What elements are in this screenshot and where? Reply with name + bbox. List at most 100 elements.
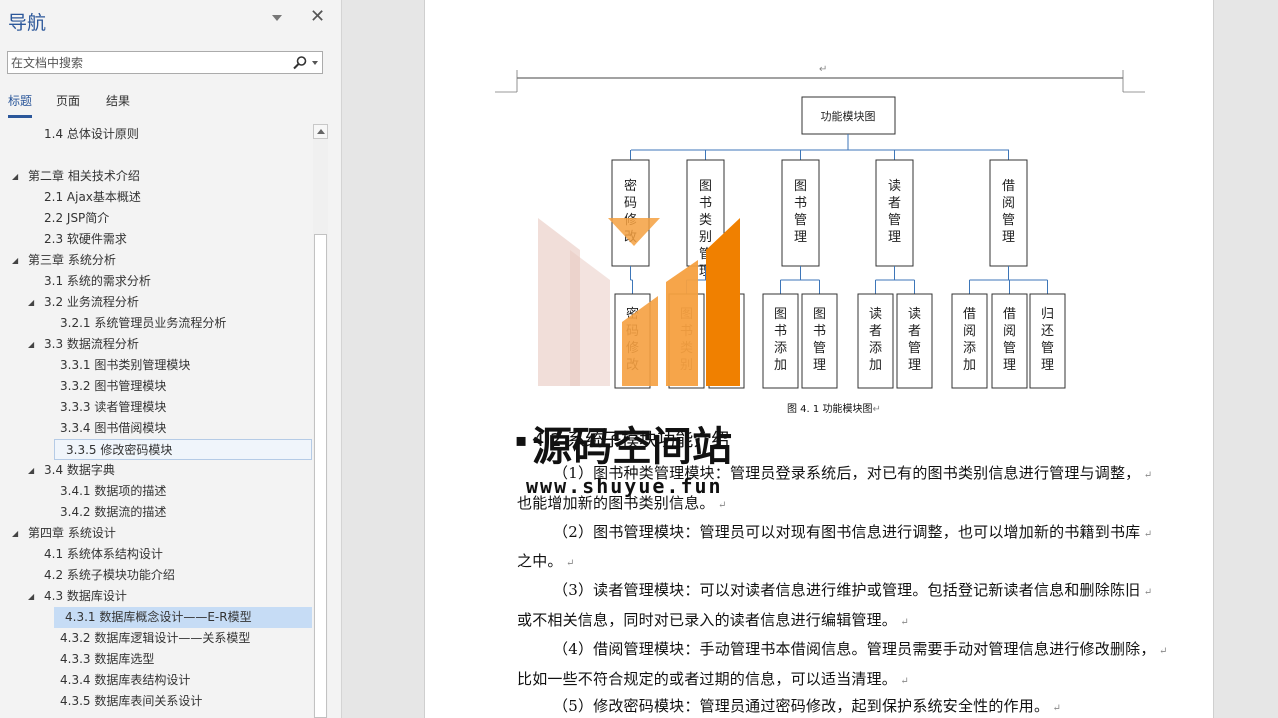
body-text: 比如一些不符合规定的或者过期的信息，可以适当清理。 [517,670,898,688]
outline-item-label: 2.2 JSP简介 [44,211,110,225]
outline-item[interactable]: 2.3 软硬件需求 [0,229,312,250]
watermark-url: www.shuyue.fun [526,474,723,498]
watermark-logo [538,218,740,386]
outline-item[interactable]: 4.1 系统体系结构设计 [0,544,312,565]
outline-item[interactable]: ◢ 4.3 数据库设计 [0,586,312,607]
outline-item-label: 4.2 系统子模块功能介绍 [44,568,175,582]
outline-item[interactable]: 2.2 JSP简介 [0,208,312,229]
body-text-line: （4）借阅管理模块：手动管理书本借阅信息。管理员需要手动对管理信息进行修改删除，… [553,638,1168,659]
outline-item-label: 第二章 相关技术介绍 [28,169,140,183]
outline-item[interactable]: ◢ 3.4 数据字典 [0,460,312,481]
body-text: （5）修改密码模块：管理员通过密码修改，起到保护系统安全性的作用。 [553,697,1050,715]
body-text: 之中。 [517,552,563,570]
outline-item[interactable]: 3.3.5 修改密码模块 [54,439,312,460]
outline-item[interactable]: ◢ 第四章 系统设计 [0,523,312,544]
search-icon[interactable] [292,55,308,71]
outline-item-label: 3.4.1 数据项的描述 [60,484,167,498]
close-icon[interactable]: ✕ [310,6,325,28]
body-text-line: （2）图书管理模块：管理员可以对现有图书信息进行调整，也可以增加新的书籍到书库 … [553,521,1152,542]
outline-item[interactable]: 4.3.2 数据库逻辑设计——关系模型 [0,628,312,649]
outline-item[interactable]: 4.3.1 数据库概念设计——E-R模型 [54,607,312,628]
outline-item[interactable]: 3.4.1 数据项的描述 [0,481,312,502]
outline-item[interactable]: 4.2 系统子模块功能介绍 [0,565,312,586]
paragraph-mark-icon: ↵ [714,500,727,511]
outline-item[interactable]: ◢ 3.2 业务流程分析 [0,292,312,313]
outline-item[interactable]: 3.1 系统的需求分析 [0,271,312,292]
body-text: （4）借阅管理模块：手动管理书本借阅信息。管理员需要手动对管理信息进行修改删除， [553,640,1156,658]
outline-item-label: 3.4 数据字典 [44,463,115,477]
outline-item-label: 第三章 系统分析 [28,253,116,267]
tab-results[interactable]: 结果 [106,92,130,115]
nav-options-dropdown-icon[interactable] [270,12,284,24]
search-options-dropdown-icon[interactable] [312,61,318,65]
collapse-arrow-icon[interactable]: ◢ [12,166,18,187]
watermark-shape [706,218,740,386]
outline-item-label: 4.3.3 数据库选型 [60,652,155,666]
outline-item[interactable]: 2.1 Ajax基本概述 [0,187,312,208]
search-input[interactable] [8,52,278,73]
outline-item-label: 第四章 系统设计 [28,526,116,540]
paragraph-mark-icon: ↵ [1155,646,1168,657]
collapse-arrow-icon[interactable]: ◢ [28,586,34,607]
watermark-shape [666,260,698,386]
watermark-text: 源码空间站 [532,424,732,470]
outline-item-label: 4.3.2 数据库逻辑设计——关系模型 [60,631,251,645]
nav-scrollbar[interactable] [313,124,328,718]
watermark-shape [570,250,610,386]
paragraph-mark-icon: ↵ [1049,703,1062,714]
outline-item-label: 4.3 数据库设计 [44,589,127,603]
outline-item-label: 3.2.1 系统管理员业务流程分析 [60,316,227,330]
outline-item[interactable]: 3.4.2 数据流的描述 [0,502,312,523]
outline-item-label: 3.3.3 读者管理模块 [60,400,167,414]
outline-item[interactable]: 3.3.4 图书借阅模块 [0,418,312,439]
outline-item-label: 3.4.2 数据流的描述 [60,505,167,519]
outline-item-label: 3.3.5 修改密码模块 [66,443,173,457]
body-text-line: （3）读者管理模块：可以对读者信息进行维护或管理。包括登记新读者信息和删除陈旧 … [553,579,1152,600]
outline-item[interactable]: 3.3.2 图书管理模块 [0,376,312,397]
outline-item-label: 4.3.5 数据库表间关系设计 [60,694,203,708]
paragraph-mark-icon: ↵ [1140,529,1153,540]
outline-item[interactable]: 4.3.5 数据库表间关系设计 [0,691,312,712]
paragraph-mark-icon: ↵ [897,617,909,628]
body-text-line: 之中。 ↵ [517,550,575,571]
body-text: （2）图书管理模块：管理员可以对现有图书信息进行调整，也可以增加新的书籍到书库 [553,523,1141,541]
scrollbar-thumb[interactable] [314,234,327,718]
tab-headings[interactable]: 标题 [8,92,33,118]
outline-item[interactable]: 3.3.3 读者管理模块 [0,397,312,418]
outline-item[interactable]: 4.3.3 数据库选型 [0,649,312,670]
outline-item-label: 2.3 软硬件需求 [44,232,127,246]
navigation-pane: 导航 ✕ 标题 页面 结果 1.4 总体设计原则 ◢ 第二章 相关技术介绍 2.1 A… [0,0,342,718]
outline-item[interactable]: ◢ 第二章 相关技术介绍 [0,166,312,187]
body-text-line: 或不相关信息，同时对已录入的读者信息进行编辑管理。 ↵ [517,609,909,630]
outline-item-label: 2.1 Ajax基本概述 [44,190,141,204]
body-text-line: （5）修改密码模块：管理员通过密码修改，起到保护系统安全性的作用。 ↵ [553,695,1061,716]
outline-item-label: 4.3.4 数据库表结构设计 [60,673,191,687]
outline-item[interactable]: 1.4 总体设计原则 [0,124,312,145]
outline-item-label: 4.1 系统体系结构设计 [44,547,163,561]
paragraph-mark-icon: ↵ [1140,470,1153,481]
outline-item-label: 4.3.1 数据库概念设计——E-R模型 [65,610,252,624]
watermark-shape [608,218,660,246]
search-box [7,51,323,74]
outline-item[interactable]: 3.2.1 系统管理员业务流程分析 [0,313,312,334]
body-text-line: 比如一些不符合规定的或者过期的信息，可以适当清理。 ↵ [517,668,909,689]
tab-pages[interactable]: 页面 [56,92,80,115]
collapse-arrow-icon[interactable]: ◢ [12,523,18,544]
collapse-arrow-icon[interactable]: ◢ [28,460,34,481]
paragraph-mark-icon: ↵ [562,558,575,569]
outline-item[interactable]: 3.3.1 图书类别管理模块 [0,355,312,376]
collapse-arrow-icon[interactable]: ◢ [28,334,34,355]
nav-pane-title: 导航 [8,12,47,34]
heading-outline: 1.4 总体设计原则 ◢ 第二章 相关技术介绍 2.1 Ajax基本概述 2.2 JSP… [0,124,312,718]
outline-item[interactable]: ◢ 第三章 系统分析 [0,250,312,271]
outline-item-label: 3.3.4 图书借阅模块 [60,421,167,435]
body-text: （3）读者管理模块：可以对读者信息进行维护或管理。包括登记新读者信息和删除陈旧 [553,581,1141,599]
collapse-arrow-icon[interactable]: ◢ [28,292,34,313]
collapse-arrow-icon[interactable]: ◢ [12,250,18,271]
outline-item[interactable]: ◢ 3.3 数据流程分析 [0,334,312,355]
figure-caption: 图 4. 1 功能模块图↵ [787,404,881,415]
scroll-up-icon[interactable] [313,124,328,139]
paragraph-mark-icon: ↵ [897,676,909,687]
paragraph-mark-icon: ↵ [1140,587,1153,598]
outline-item[interactable]: 4.3.4 数据库表结构设计 [0,670,312,691]
